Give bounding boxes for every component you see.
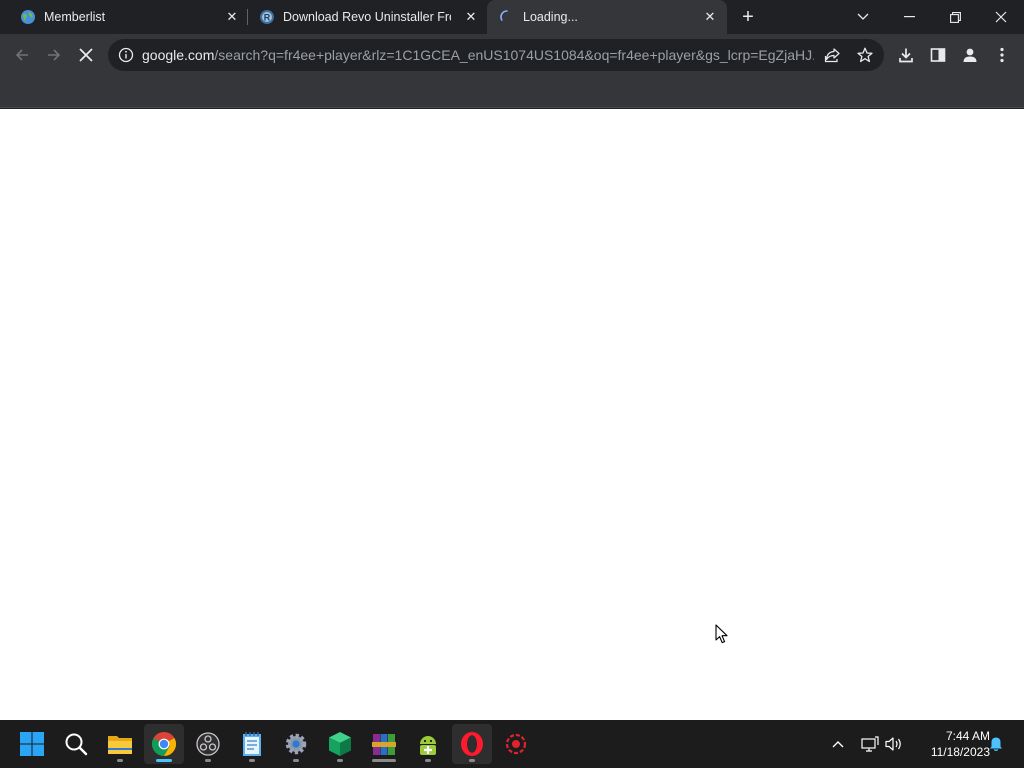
taskbar-winrar[interactable] xyxy=(364,724,404,764)
browser-menu-button[interactable] xyxy=(989,42,1015,68)
clock-time: 7:44 AM xyxy=(945,729,990,743)
obs-icon xyxy=(196,732,220,756)
android-app-icon xyxy=(420,736,436,755)
taskbar-chrome[interactable] xyxy=(144,724,184,764)
page-content[interactable] xyxy=(0,109,1024,720)
tab-close-icon[interactable]: ✕ xyxy=(224,9,240,25)
svg-text:R: R xyxy=(264,13,271,23)
chevron-down-icon xyxy=(857,13,869,20)
forward-icon xyxy=(48,49,61,61)
tab-revo-uninstaller[interactable]: R Download Revo Uninstaller Free ✕ xyxy=(247,0,487,34)
close-window-button[interactable] xyxy=(978,0,1024,34)
new-tab-button[interactable]: + xyxy=(736,6,760,28)
download-icon xyxy=(899,48,913,63)
taskbar-settings[interactable] xyxy=(276,724,316,764)
running-indicator xyxy=(337,759,343,762)
loading-spinner-icon xyxy=(500,10,508,21)
side-panel-button[interactable] xyxy=(925,42,951,68)
tab-memberlist[interactable]: Memberlist ✕ xyxy=(8,0,248,34)
downloads-button[interactable] xyxy=(893,42,919,68)
clock-date: 11/18/2023 xyxy=(930,745,990,759)
file-explorer-icon xyxy=(108,736,132,754)
side-panel-icon xyxy=(930,48,946,62)
close-icon xyxy=(995,11,1007,23)
running-indicator xyxy=(249,759,255,762)
tab-title: Memberlist xyxy=(44,10,106,24)
profile-button[interactable] xyxy=(957,42,983,68)
share-icon[interactable] xyxy=(824,47,841,63)
chrome-icon xyxy=(151,732,177,756)
windows-taskbar: 7:44 AM 11/18/2023 xyxy=(0,720,1024,768)
search-icon xyxy=(65,733,88,756)
settings-icon xyxy=(285,733,307,755)
opera-icon xyxy=(461,732,483,756)
running-indicator xyxy=(293,759,299,762)
show-hidden-icons-button[interactable] xyxy=(826,732,850,756)
running-indicator xyxy=(425,759,431,762)
running-indicator xyxy=(205,759,211,762)
url-path: /search?q=fr4ee+player&rlz=1C1GCEA_enUS1… xyxy=(214,47,814,63)
info-icon[interactable] xyxy=(118,47,134,63)
globe-icon xyxy=(21,10,35,24)
address-url[interactable]: google.com/search?q=fr4ee+player&rlz=1C1… xyxy=(142,47,814,63)
minimize-button[interactable] xyxy=(886,0,932,34)
menu-icon xyxy=(1000,47,1004,63)
back-icon xyxy=(15,49,28,61)
tab-close-icon[interactable]: ✕ xyxy=(463,9,479,25)
tab-title: Loading... xyxy=(523,10,578,24)
restore-button[interactable] xyxy=(932,0,978,34)
back-button[interactable] xyxy=(9,42,35,68)
running-indicator xyxy=(117,759,123,762)
tab-search-button[interactable] xyxy=(840,0,886,34)
notifications-button[interactable] xyxy=(984,732,1008,756)
tab-title: Download Revo Uninstaller Free xyxy=(283,10,451,24)
mouse-cursor-icon xyxy=(715,624,728,644)
stop-icon xyxy=(79,48,93,62)
taskbar-search-button[interactable] xyxy=(56,724,96,764)
running-indicator xyxy=(372,759,396,762)
star-icon[interactable] xyxy=(857,47,873,63)
bookmarks-bar xyxy=(0,76,1024,108)
active-indicator xyxy=(156,759,172,762)
taskbar-cube-app[interactable] xyxy=(320,724,360,764)
running-indicator xyxy=(469,759,475,762)
chevron-up-icon xyxy=(832,741,844,748)
network-button[interactable] xyxy=(858,732,882,756)
gaming-app-icon xyxy=(505,733,527,755)
address-bar[interactable]: google.com/search?q=fr4ee+player&rlz=1C1… xyxy=(108,39,884,71)
windows-start-icon xyxy=(20,732,44,756)
taskbar-notepad[interactable] xyxy=(232,724,272,764)
taskbar-clock[interactable]: 7:44 AM 11/18/2023 xyxy=(910,728,990,760)
tab-loading[interactable]: Loading... ✕ xyxy=(487,0,727,34)
tab-close-icon[interactable]: ✕ xyxy=(702,9,718,25)
volume-button[interactable] xyxy=(882,732,906,756)
stop-loading-button[interactable] xyxy=(73,42,99,68)
restore-icon xyxy=(949,11,961,23)
browser-toolbar: google.com/search?q=fr4ee+player&rlz=1C1… xyxy=(0,34,1024,76)
notepad-icon xyxy=(243,732,261,756)
cube-app-icon xyxy=(329,732,351,756)
start-button[interactable] xyxy=(12,724,52,764)
taskbar-obs[interactable] xyxy=(188,724,228,764)
revo-icon: R xyxy=(260,10,274,24)
forward-button[interactable] xyxy=(41,42,67,68)
profile-icon xyxy=(963,48,977,62)
winrar-icon xyxy=(372,734,396,755)
taskbar-opera[interactable] xyxy=(452,724,492,764)
browser-titlebar: Memberlist ✕ R Download Revo Uninstaller… xyxy=(0,0,1024,34)
url-host: google.com xyxy=(142,47,215,63)
taskbar-file-explorer[interactable] xyxy=(100,724,140,764)
network-icon xyxy=(861,736,879,752)
minimize-icon xyxy=(903,16,915,18)
taskbar-android-app[interactable] xyxy=(408,724,448,764)
taskbar-gaming-app[interactable] xyxy=(496,724,536,764)
volume-icon xyxy=(885,737,901,751)
notification-bell-icon xyxy=(990,737,1002,751)
